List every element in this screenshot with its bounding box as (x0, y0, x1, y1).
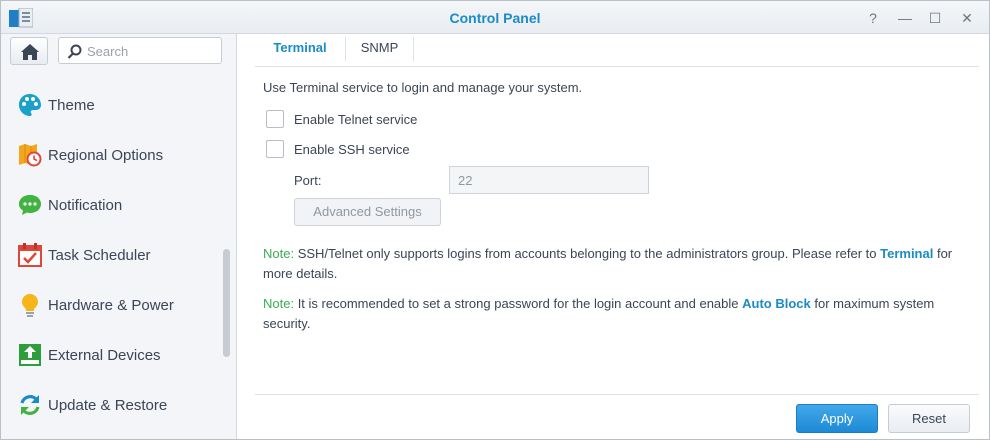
home-icon (21, 44, 39, 60)
sidebar-item-task-scheduler[interactable]: Task Scheduler (1, 231, 226, 281)
sidebar-item-label: External Devices (48, 347, 161, 364)
note-label: Note: (263, 296, 295, 311)
reset-button[interactable]: Reset (888, 404, 970, 433)
external-devices-icon (19, 344, 41, 366)
tab-separator (413, 37, 414, 61)
sidebar-item-label: Notification (48, 197, 123, 214)
ssh-checkbox-label[interactable]: Enable SSH service (294, 142, 410, 157)
ssh-checkbox[interactable] (266, 140, 284, 158)
note-label: Note: (263, 246, 295, 261)
sidebar-item-update-restore[interactable]: Update & Restore (1, 381, 226, 431)
sidebar-item-label: Update & Restore (48, 397, 168, 414)
port-input[interactable] (449, 166, 649, 194)
search-icon (67, 44, 82, 59)
auto-block-link[interactable]: Auto Block (742, 296, 811, 311)
telnet-checkbox[interactable] (266, 110, 284, 128)
minimize-button[interactable]: — (894, 7, 916, 29)
notification-icon (19, 195, 41, 215)
sidebar-item-notification[interactable]: Notification (1, 181, 226, 231)
close-button[interactable]: ✕ (956, 7, 978, 29)
tab-bar: Terminal SNMP (255, 34, 979, 67)
note-text: It is recommended to set a strong passwo… (294, 296, 743, 311)
tab-terminal[interactable]: Terminal (255, 34, 345, 67)
calendar-check-icon (18, 243, 42, 267)
sidebar-item-label: Task Scheduler (48, 247, 151, 264)
palette-icon (19, 94, 41, 116)
help-button[interactable]: ? (862, 7, 884, 29)
maximize-button[interactable]: ☐ (924, 7, 946, 29)
telnet-checkbox-label[interactable]: Enable Telnet service (294, 112, 417, 127)
sidebar-scrollbar[interactable] (223, 249, 230, 357)
update-restore-icon (20, 395, 40, 415)
tab-snmp[interactable]: SNMP (346, 34, 413, 67)
note-password: Note: It is recommended to set a strong … (263, 294, 963, 334)
port-label: Port: (294, 173, 322, 188)
regional-options-icon (19, 144, 42, 167)
apply-button[interactable]: Apply (796, 404, 878, 433)
sidebar-item-label: Theme (48, 97, 95, 114)
sidebar-item-hardware-power[interactable]: Hardware & Power (1, 281, 226, 331)
lightbulb-icon (22, 294, 38, 317)
sidebar: Theme Regional Options Notification (1, 34, 237, 439)
sidebar-item-label: Hardware & Power (48, 297, 174, 314)
sidebar-item-theme[interactable]: Theme (1, 81, 226, 131)
home-button[interactable] (10, 37, 48, 65)
terminal-description: Use Terminal service to login and manage… (263, 80, 583, 95)
terminal-help-link[interactable]: Terminal (880, 246, 933, 261)
footer-divider (255, 394, 979, 395)
sidebar-item-regional-options[interactable]: Regional Options (1, 131, 226, 181)
control-panel-window: Control Panel ? — ☐ ✕ Theme (0, 0, 990, 440)
search-box[interactable] (58, 37, 222, 64)
note-text: SSH/Telnet only supports logins from acc… (294, 246, 881, 261)
advanced-settings-button[interactable]: Advanced Settings (294, 198, 441, 226)
note-admin-group: Note: SSH/Telnet only supports logins fr… (263, 244, 963, 284)
sidebar-item-label: Regional Options (48, 147, 164, 164)
search-input[interactable] (87, 42, 217, 60)
window-title: Control Panel (449, 10, 541, 26)
title-bar: Control Panel ? — ☐ ✕ (1, 1, 989, 34)
sidebar-item-external-devices[interactable]: External Devices (1, 331, 226, 381)
